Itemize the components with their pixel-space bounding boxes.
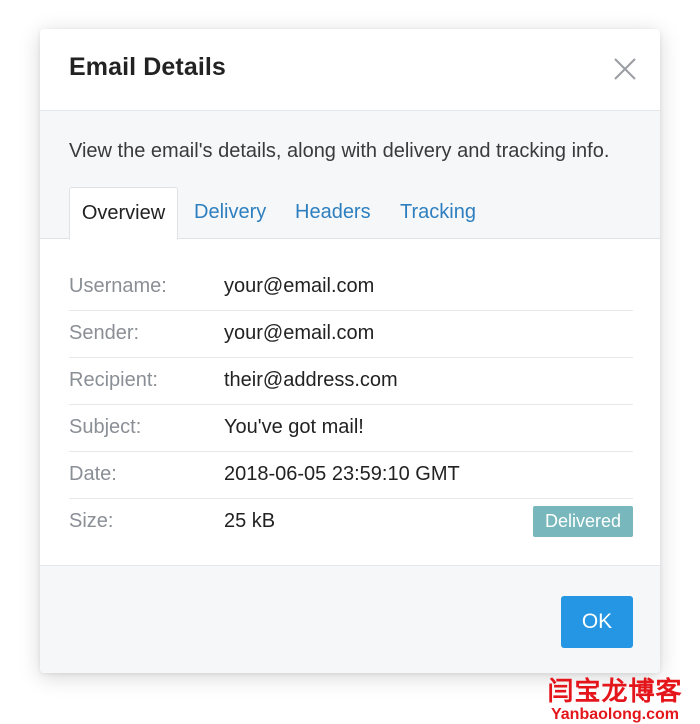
close-button[interactable] [612, 56, 638, 82]
detail-row-date: Date: 2018-06-05 23:59:10 GMT [69, 452, 633, 499]
detail-label: Username: [69, 275, 167, 297]
tab-tracking[interactable]: Tracking [400, 187, 476, 238]
detail-value: You've got mail! [224, 416, 364, 438]
detail-value: their@address.com [224, 369, 398, 391]
detail-value: your@email.com [224, 322, 375, 344]
watermark-logo: 闫宝龙博客 Yanbaolong.com [530, 676, 700, 724]
detail-label: Size: [69, 510, 114, 532]
modal-title: Email Details [69, 53, 226, 81]
detail-row-size: Size: 25 kB Delivered [69, 499, 633, 545]
detail-label: Subject: [69, 416, 142, 438]
close-icon [614, 58, 636, 80]
detail-label: Date: [69, 463, 117, 485]
detail-row-recipient: Recipient: their@address.com [69, 358, 633, 405]
tab-delivery[interactable]: Delivery [194, 187, 266, 238]
tab-headers[interactable]: Headers [295, 187, 371, 238]
detail-value: 25 kB [224, 510, 276, 532]
detail-value: your@email.com [224, 275, 375, 297]
watermark-latin-text: Yanbaolong.com [550, 706, 679, 723]
detail-label: Sender: [69, 322, 140, 344]
modal-footer: OK [40, 565, 660, 673]
status-badge: Delivered [532, 506, 633, 537]
modal-description: View the email's details, along with del… [69, 140, 610, 162]
intro-section: View the email's details, along with del… [40, 111, 660, 240]
detail-row-subject: Subject: You've got mail! [69, 405, 633, 452]
detail-row-username: Username: your@email.com [69, 264, 633, 311]
modal-header: Email Details [40, 29, 660, 111]
tab-overview[interactable]: Overview [69, 187, 178, 240]
detail-label: Recipient: [69, 369, 158, 391]
detail-value: 2018-06-05 23:59:10 GMT [224, 463, 460, 485]
watermark-chinese-text: 闫宝龙博客 [547, 676, 683, 706]
email-details-modal: Email Details View the email's details, … [40, 29, 660, 673]
details-table: Username: your@email.com Sender: your@em… [69, 264, 633, 545]
ok-button[interactable]: OK [561, 596, 633, 648]
detail-row-sender: Sender: your@email.com [69, 311, 633, 358]
